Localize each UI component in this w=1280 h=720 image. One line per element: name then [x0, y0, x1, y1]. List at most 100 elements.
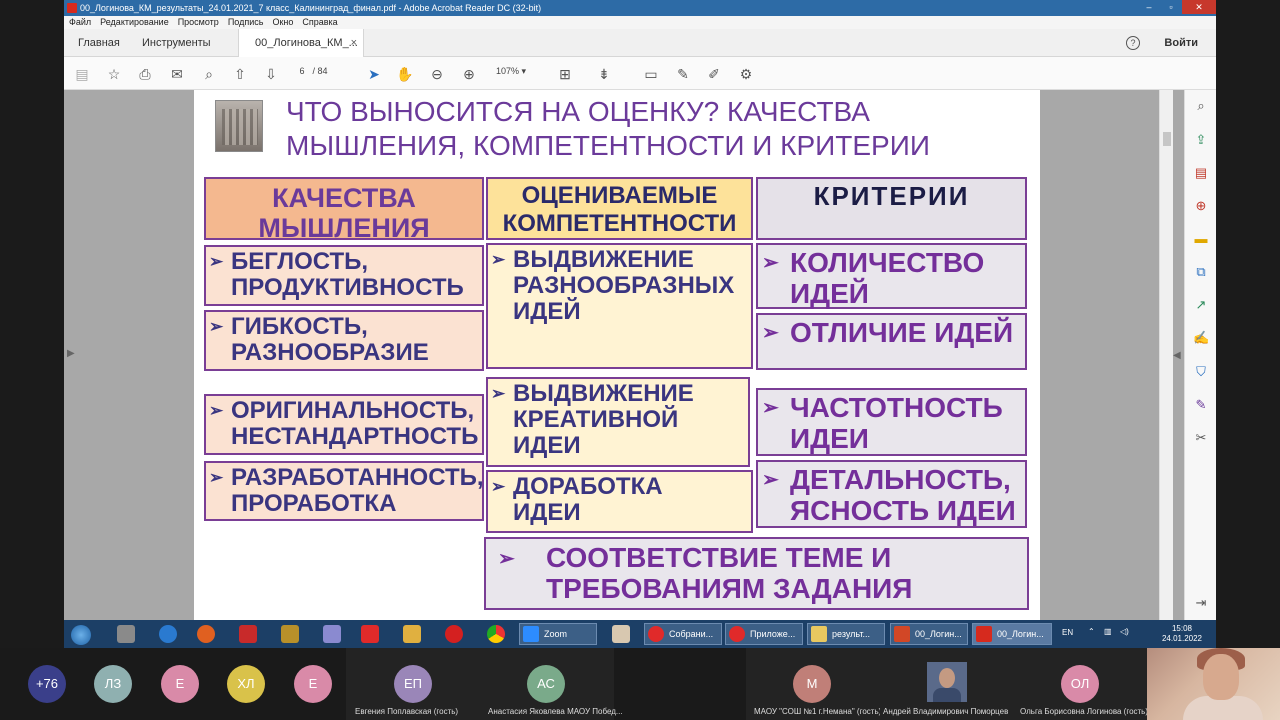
more-tools-icon[interactable]: ✂	[1193, 430, 1209, 446]
export-icon[interactable]: ↗	[1193, 297, 1209, 313]
participant-tile[interactable]: АС Анастасия Яковлева МАОУ Побед...	[480, 648, 623, 720]
select-cursor-icon[interactable]: ➤	[364, 64, 384, 84]
tray-network-icon[interactable]: ▥	[1104, 627, 1112, 636]
fill-sign-icon[interactable]: ✍	[1193, 330, 1209, 346]
signin-button[interactable]: Войти	[1164, 29, 1198, 57]
combine-files-icon[interactable]: ⧉	[1193, 264, 1209, 280]
participant-tile[interactable]: М МАОУ "СОШ №1 г.Немана" (гость)	[746, 648, 882, 720]
menu-file[interactable]: Файл	[69, 16, 91, 29]
participant-name: МАОУ "СОШ №1 г.Немана" (гость)	[754, 707, 882, 716]
header-criteria: КРИТЕРИИ	[756, 177, 1027, 240]
building-photo	[215, 100, 263, 152]
help-icon[interactable]: ?	[1126, 36, 1140, 50]
taskbar-app[interactable]	[442, 624, 466, 644]
zoom-in-icon[interactable]: ⊕	[459, 64, 479, 84]
taskbar-app[interactable]	[358, 624, 382, 644]
page-number-input[interactable]: 6	[294, 66, 310, 76]
app-icon	[612, 625, 630, 643]
maximize-button[interactable]: ▫	[1160, 0, 1182, 14]
taskbar-app[interactable]	[320, 624, 344, 644]
right-panel-toggle-icon[interactable]: ◀	[1173, 350, 1181, 361]
language-indicator[interactable]: EN	[1062, 628, 1073, 637]
taskbar-button-powerpoint[interactable]: 00_Логин...	[890, 623, 968, 645]
taskbar-app[interactable]	[236, 624, 260, 644]
competence-item: ➢ ВЫДВИЖЕНИЕ РАЗНООБРАЗНЫХ ИДЕЙ	[486, 243, 753, 369]
create-pdf-icon[interactable]: ⊕	[1193, 198, 1209, 214]
app-icon	[281, 625, 299, 643]
criterion-item: ➢ ДЕТАЛЬНОСТЬ, ЯСНОСТЬ ИДЕИ	[756, 460, 1027, 528]
organize-pages-icon[interactable]: ▤	[1193, 165, 1209, 181]
scroll-mode-icon[interactable]: ⇟	[594, 64, 614, 84]
previous-page-icon[interactable]: ⇧	[230, 64, 250, 84]
menu-edit[interactable]: Редактирование	[100, 16, 169, 29]
draw-icon[interactable]: ✐	[704, 64, 724, 84]
export-pdf-icon[interactable]: ⇪	[1193, 132, 1209, 148]
taskbar-app[interactable]	[114, 624, 138, 644]
participant-tile[interactable]: Е	[264, 648, 344, 720]
print-icon[interactable]: ⎙	[135, 64, 155, 84]
pdf-page: ЧТО ВЫНОСИТСЯ НА ОЦЕНКУ? КАЧЕСТВА МЫШЛЕН…	[194, 90, 1040, 620]
participant-video[interactable]	[1147, 648, 1280, 720]
bookmark-star-icon[interactable]: ☆	[104, 64, 124, 84]
mail-icon[interactable]: ✉	[167, 64, 187, 84]
more-participants-button[interactable]: +76	[28, 665, 66, 703]
menu-window[interactable]: Окно	[272, 16, 293, 29]
zoom-search-icon[interactable]: ⌕	[199, 64, 219, 84]
taskbar-app[interactable]	[278, 624, 302, 644]
participant-name: Анастасия Яковлева МАОУ Побед...	[488, 707, 623, 716]
menu-sign[interactable]: Подпись	[228, 16, 264, 29]
tab-home[interactable]: Главная	[78, 29, 120, 57]
left-panel-toggle-icon[interactable]: ▶	[67, 348, 75, 359]
close-window-button[interactable]: ✕	[1182, 0, 1216, 14]
clock[interactable]: 15:08 24.01.2022	[1162, 624, 1202, 644]
tab-document[interactable]: 00_Логинова_КМ_... ×	[238, 29, 364, 57]
taskbar-app[interactable]	[400, 624, 424, 644]
taskbar-app[interactable]	[609, 624, 633, 644]
criterion-item: ➢ ЧАСТОТНОСТЬ ИДЕИ	[756, 388, 1027, 456]
close-tab-icon[interactable]: ×	[351, 29, 357, 57]
save-icon[interactable]: ▤	[72, 64, 92, 84]
highlight-pen-icon[interactable]: ✎	[673, 64, 693, 84]
zoom-level-dropdown[interactable]: 107% ▾	[496, 66, 526, 77]
windows-taskbar: Zoom Собрани... Приложе... результ... 00…	[64, 620, 1216, 648]
collapse-panel-icon[interactable]: ⇥	[1193, 595, 1209, 611]
menu-help[interactable]: Справка	[302, 16, 337, 29]
start-button[interactable]	[68, 624, 94, 645]
participant-tile[interactable]: ОЛ Ольга Борисовна Логинова (гость)	[1014, 648, 1148, 720]
tab-tools[interactable]: Инструменты	[142, 29, 211, 57]
tab-document-label: 00_Логинова_КМ_...	[255, 37, 358, 49]
taskbar-button-folder[interactable]: результ...	[807, 623, 885, 645]
tray-volume-icon[interactable]: ◁)	[1120, 627, 1129, 636]
competence-item: ➢ ВЫДВИЖЕНИЕ КРЕАТИВНОЙ ИДЕИ	[486, 377, 750, 467]
taskbar-button-zoom[interactable]: Zoom	[519, 623, 597, 645]
tabs-row: Главная Инструменты 00_Логинова_КМ_... ×…	[64, 29, 1216, 57]
taskbar-button-acrobat[interactable]: 00_Логин...	[972, 623, 1052, 645]
header-competences: ОЦЕНИВАЕМЫЕ КОМПЕТЕНТНОСТИ	[486, 177, 753, 240]
next-page-icon[interactable]: ⇩	[261, 64, 281, 84]
participant-name: Евгения Поплавская (гость)	[355, 707, 459, 716]
tray-arrow-icon[interactable]: ⌃	[1088, 627, 1095, 636]
scrollbar-thumb[interactable]	[1163, 132, 1171, 146]
edit-pen-icon[interactable]: ✎	[1193, 397, 1209, 413]
document-viewport[interactable]: ▶ ЧТО ВЫНОСИТСЯ НА ОЦЕНКУ? КАЧЕСТВА МЫШЛ…	[64, 90, 1184, 620]
vertical-scrollbar[interactable]	[1159, 90, 1173, 620]
hand-tool-icon[interactable]: ✋	[395, 64, 415, 84]
taskbar-button-browser[interactable]: Собрани...	[644, 623, 722, 645]
protect-shield-icon[interactable]: ⛉	[1193, 364, 1209, 380]
taskbar-app[interactable]	[484, 624, 508, 644]
comment-icon[interactable]: ▭	[641, 64, 661, 84]
zoom-out-icon[interactable]: ⊖	[427, 64, 447, 84]
taskbar-app[interactable]	[156, 624, 180, 644]
fit-page-icon[interactable]: ⊞	[555, 64, 575, 84]
stamp-icon[interactable]: ⚙	[736, 64, 756, 84]
minimize-button[interactable]: –	[1138, 0, 1160, 14]
menu-view[interactable]: Просмотр	[178, 16, 219, 29]
search-zoom-icon[interactable]: ⌕	[1193, 98, 1209, 114]
taskbar-app[interactable]	[194, 624, 218, 644]
taskbar-button-browser[interactable]: Приложе...	[725, 623, 803, 645]
participant-tile[interactable]: Андрей Владимирович Поморцев	[880, 648, 1014, 720]
window-title: 00_Логинова_КМ_результаты_24.01.2021_7 к…	[80, 3, 542, 13]
app-icon	[239, 625, 257, 643]
comment-tool-icon[interactable]: ▬	[1193, 231, 1209, 247]
participant-tile[interactable]: ЕП Евгения Поплавская (гость)	[346, 648, 480, 720]
